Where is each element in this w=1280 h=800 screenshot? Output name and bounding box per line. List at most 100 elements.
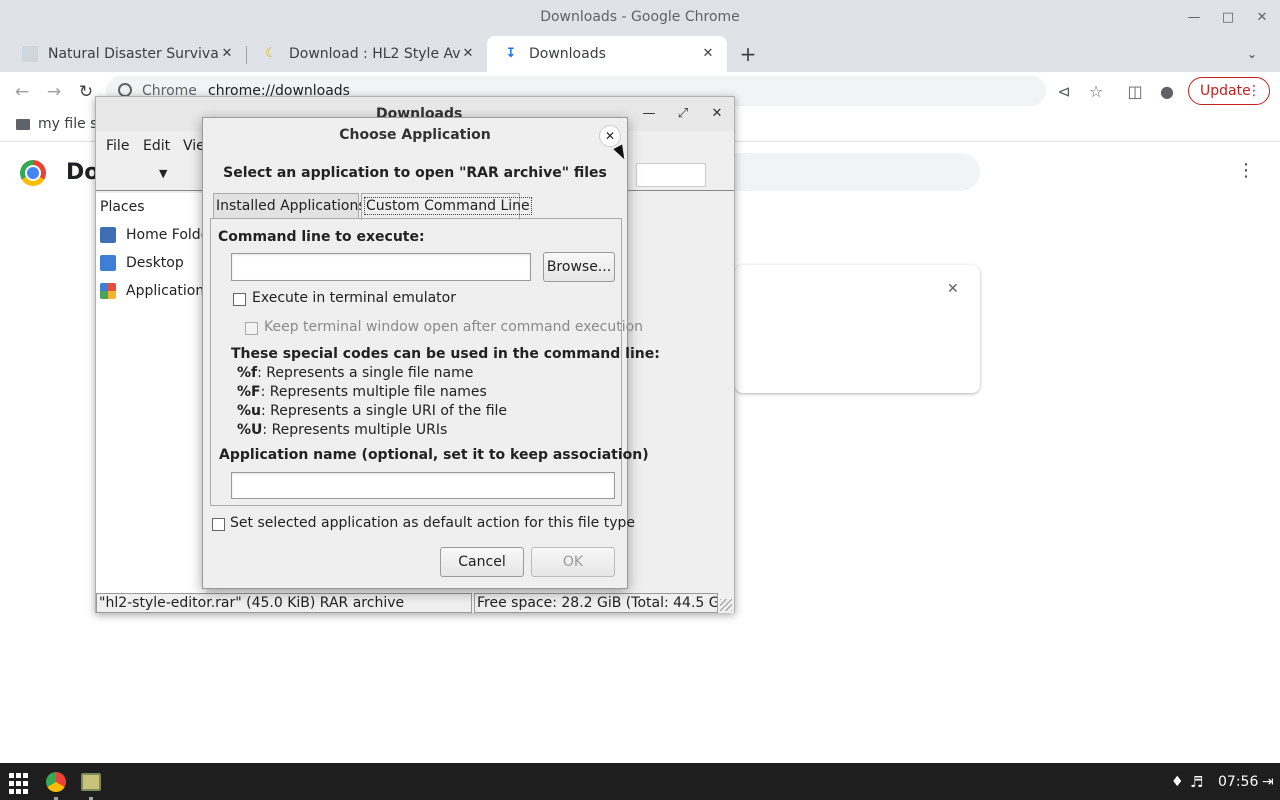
place-label: Home Folde: [126, 227, 210, 243]
status-free-space: Free space: 28.2 GiB (Total: 44.5 GiB): [474, 593, 718, 613]
command-label: Command line to execute:: [218, 229, 425, 245]
tab-label: Natural Disaster Survival -: [48, 46, 218, 62]
download-item-card: ✕: [735, 265, 980, 393]
dialog-titlebar: Choose Application ✕: [203, 118, 627, 154]
close-tab-icon[interactable]: ✕: [459, 45, 477, 63]
maximize-icon[interactable]: □: [1218, 8, 1238, 28]
tab-label: Download : HL2 Style Avat: [289, 46, 461, 62]
update-button[interactable]: Update ⋮: [1188, 77, 1270, 105]
maximize-icon[interactable]: ⤢: [675, 106, 691, 121]
tab-custom-command-line[interactable]: Custom Command Line: [361, 193, 532, 220]
appname-label: Application name (optional, set it to ke…: [219, 447, 649, 463]
command-input[interactable]: [231, 253, 531, 281]
dialog-title: Choose Application: [339, 127, 491, 143]
new-tab-icon[interactable]: +: [737, 43, 759, 65]
banana-favicon-icon: ☾: [265, 46, 277, 61]
menu-edit[interactable]: Edit: [143, 138, 170, 154]
remove-download-icon[interactable]: ✕: [947, 281, 959, 297]
code-desc: : Represents a single URI of the file: [261, 403, 508, 419]
profile-avatar-icon[interactable]: ●: [1156, 81, 1178, 103]
place-applications[interactable]: Applications: [100, 283, 212, 299]
bookmark-folder[interactable]: my file se: [16, 116, 106, 132]
home-folder-icon: [100, 227, 116, 243]
chrome-titlebar: Downloads - Google Chrome — □ ✕: [0, 0, 1280, 36]
code-line-U: %U: Represents multiple URIs: [237, 422, 447, 438]
menu-file[interactable]: File: [106, 138, 129, 154]
terminal-checkbox-label[interactable]: Execute in terminal emulator: [252, 290, 456, 306]
forward-arrow-icon[interactable]: →: [43, 81, 65, 103]
tab-hl2-style[interactable]: ☾ Download : HL2 Style Avat ✕: [247, 36, 487, 72]
places-header: Places: [100, 199, 145, 215]
notification-bell-icon[interactable]: ♦: [1171, 771, 1184, 793]
taskbar-archive-manager-icon[interactable]: [81, 773, 101, 791]
tab-installed-applications[interactable]: Installed Applications: [213, 193, 366, 219]
code-line-u: %u: Represents a single URI of the file: [237, 403, 507, 419]
tab-label: Installed Applications: [216, 198, 366, 214]
codes-title: These special codes can be used in the c…: [231, 346, 660, 362]
tab-downloads[interactable]: ↧ Downloads ✕: [487, 36, 727, 72]
keep-open-checkbox-label: Keep terminal window open after command …: [264, 319, 644, 335]
default-action-checkbox[interactable]: [212, 518, 225, 531]
minimize-icon[interactable]: —: [1184, 8, 1204, 28]
share-icon[interactable]: ⊲: [1053, 81, 1075, 103]
resize-grip-icon[interactable]: [720, 599, 732, 611]
close-window-icon[interactable]: ✕: [1252, 8, 1272, 28]
close-tab-icon[interactable]: ✕: [699, 45, 717, 63]
code-token: %U: [237, 422, 263, 438]
tab-natural-disaster[interactable]: Natural Disaster Survival - ✕: [6, 36, 246, 72]
place-label: Applications: [126, 283, 212, 299]
close-tab-icon[interactable]: ✕: [218, 45, 236, 63]
desktop-icon: [100, 255, 116, 271]
download-arrow-icon: ↧: [505, 46, 517, 61]
place-label: Desktop: [126, 255, 184, 271]
logout-icon[interactable]: ⇥: [1262, 771, 1274, 793]
custom-command-pane: Command line to execute: Browse... Execu…: [210, 218, 660, 506]
terminal-checkbox[interactable]: [233, 293, 246, 306]
tab-strip: Natural Disaster Survival - ✕ ☾ Download…: [0, 36, 1280, 72]
keep-open-checkbox[interactable]: [245, 322, 258, 335]
close-window-icon[interactable]: ✕: [709, 106, 725, 121]
code-token: %u: [237, 403, 261, 419]
more-options-icon[interactable]: ⋮: [1236, 160, 1256, 181]
code-line-f: %f: Represents a single file name: [237, 365, 473, 381]
taskbar: ♦ ♬ 07:56 ⇥: [0, 763, 1280, 800]
taskbar-chrome-icon[interactable]: [46, 772, 66, 792]
tab-search-chevron-icon[interactable]: ⌄: [1242, 44, 1262, 64]
minimize-icon[interactable]: —: [641, 106, 657, 121]
archive-statusbar: "hl2-style-editor.rar" (45.0 KiB) RAR ar…: [96, 593, 734, 613]
places-sidebar: Places Home Folde Desktop Applications: [96, 193, 212, 593]
reload-icon[interactable]: ↻: [75, 81, 97, 103]
chrome-menu-icon[interactable]: ⋮: [1247, 78, 1261, 104]
code-desc: : Represents multiple URIs: [262, 422, 448, 438]
side-panel-icon[interactable]: ◫: [1124, 81, 1146, 103]
dropdown-arrow-icon[interactable]: ▼: [159, 167, 167, 180]
bookmark-star-icon[interactable]: ☆: [1085, 81, 1107, 103]
update-label: Update: [1200, 83, 1251, 99]
code-desc: : Represents a single file name: [257, 365, 474, 381]
chrome-logo-icon: [20, 160, 46, 186]
place-desktop[interactable]: Desktop: [100, 255, 184, 271]
appname-input[interactable]: [231, 472, 615, 499]
cancel-button[interactable]: Cancel: [440, 547, 524, 577]
tab-label: Downloads: [529, 46, 606, 62]
folder-icon: [16, 118, 30, 130]
volume-icon[interactable]: ♬: [1190, 771, 1203, 793]
applications-icon: [100, 283, 116, 299]
clock[interactable]: 07:56: [1218, 771, 1258, 793]
browse-button[interactable]: Browse...: [543, 252, 615, 282]
code-token: %F: [237, 384, 261, 400]
app-launcher-icon[interactable]: [9, 773, 29, 795]
back-arrow-icon[interactable]: ←: [11, 81, 33, 103]
code-token: %f: [237, 365, 258, 381]
dialog-close-icon[interactable]: ✕: [599, 125, 621, 147]
archive-path-field[interactable]: [636, 163, 706, 187]
status-file-info: "hl2-style-editor.rar" (45.0 KiB) RAR ar…: [96, 593, 472, 613]
default-action-label[interactable]: Set selected application as default acti…: [230, 515, 635, 531]
tab-label: Custom Command Line: [364, 197, 532, 215]
image-favicon-icon: [22, 46, 38, 62]
ok-button[interactable]: OK: [531, 547, 615, 577]
choose-application-dialog: Choose Application ✕ Select an applicati…: [202, 117, 660, 589]
code-desc: : Represents multiple file names: [260, 384, 487, 400]
code-line-F: %F: Represents multiple file names: [237, 384, 487, 400]
place-home-folder[interactable]: Home Folde: [100, 227, 209, 243]
